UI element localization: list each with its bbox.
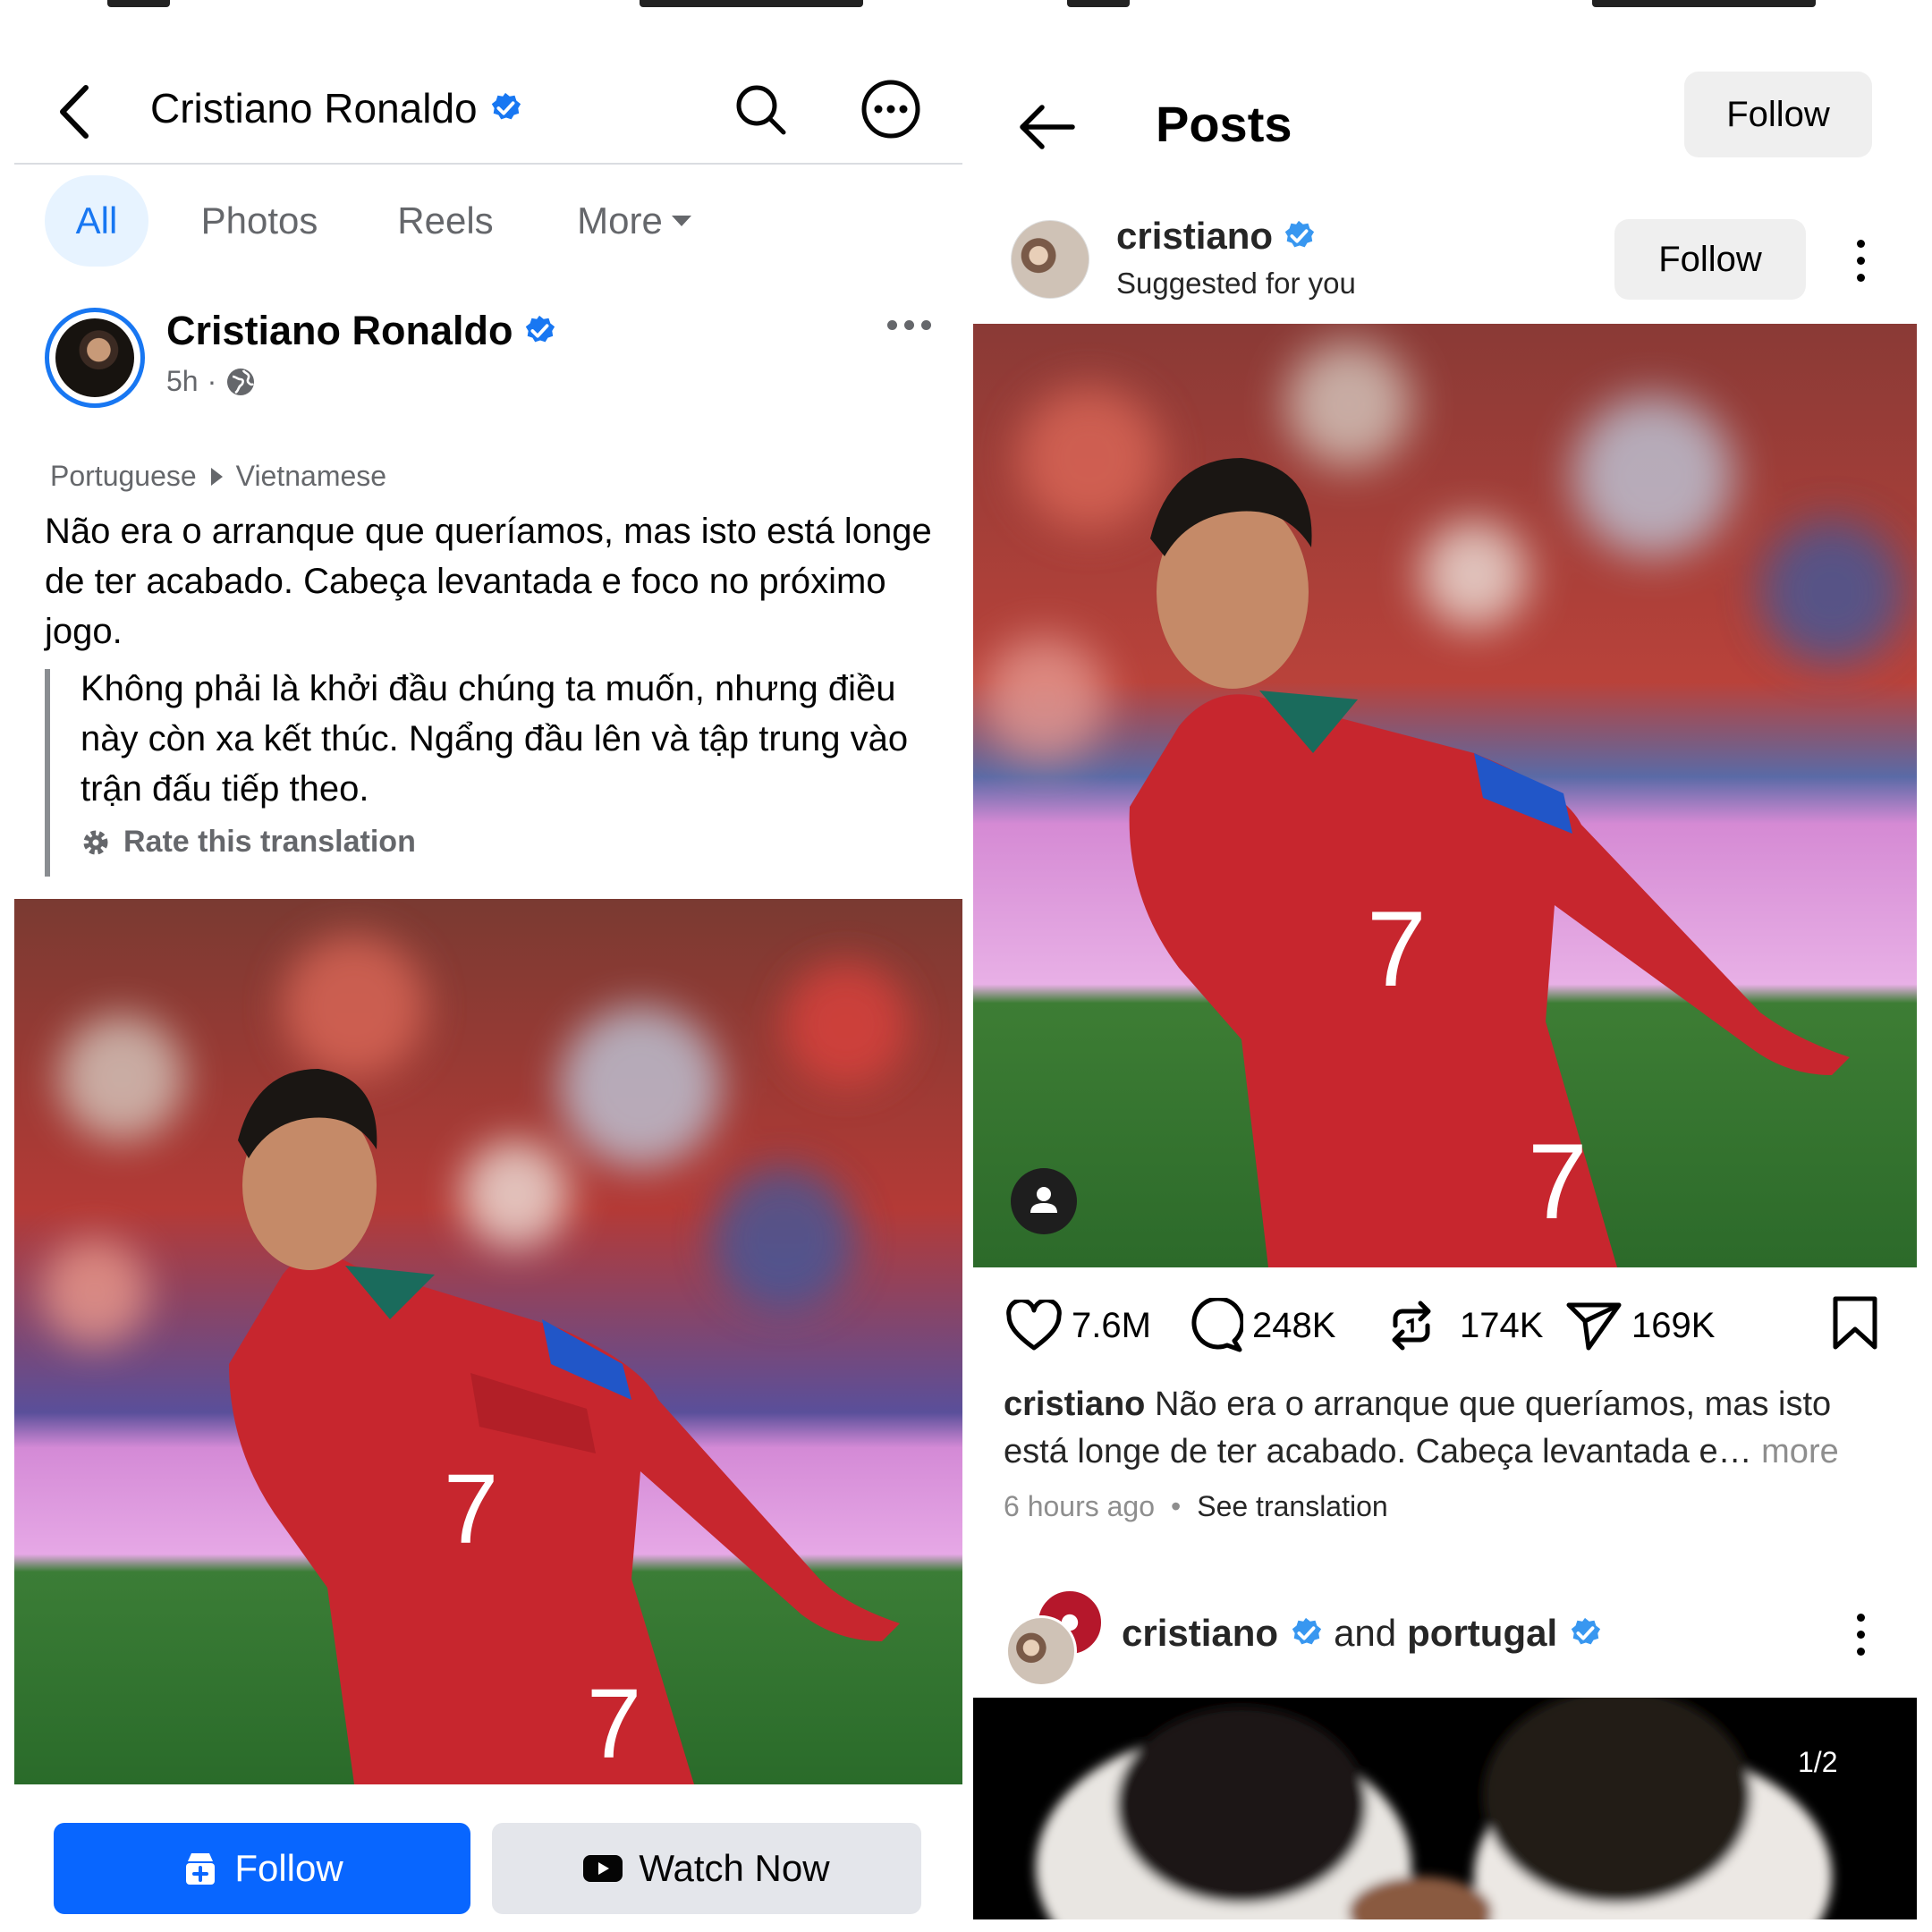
- comment-count: 248K: [1252, 1305, 1336, 1345]
- back-arrow-icon[interactable]: [1015, 100, 1078, 154]
- source-language: Portuguese: [50, 460, 197, 492]
- post-username[interactable]: cristiano: [1116, 215, 1316, 258]
- collab-usernames: cristiano and portugal: [1122, 1612, 1602, 1655]
- page-title: Posts: [1156, 96, 1292, 152]
- follow-label: Follow: [1658, 239, 1762, 279]
- globe-icon: [227, 368, 255, 395]
- translated-text: Không phải là khởi đầu chúng ta muốn, nh…: [80, 669, 909, 809]
- avatar[interactable]: [1005, 1615, 1077, 1687]
- verified-badge-icon: [525, 315, 555, 343]
- repost-icon: [1392, 1301, 1431, 1351]
- kebab-icon[interactable]: [1855, 240, 1866, 282]
- verified-badge-icon: [1292, 1617, 1322, 1645]
- follow-label: Follow: [1726, 94, 1830, 134]
- tab-label: Photos: [200, 199, 318, 242]
- watch-now-label: Watch Now: [639, 1847, 830, 1889]
- page-title-text: Cristiano Ronaldo: [150, 85, 478, 131]
- post-options-icon[interactable]: [887, 320, 937, 335]
- gear-icon: [83, 830, 108, 854]
- back-icon[interactable]: [52, 82, 97, 141]
- username-text: cristiano: [1116, 215, 1274, 257]
- rate-translation-label: Rate this translation: [123, 825, 416, 859]
- post-time[interactable]: 5h: [166, 365, 199, 398]
- svg-text:7: 7: [444, 1454, 498, 1564]
- caret-right-icon: [210, 467, 223, 486]
- svg-text:7: 7: [1367, 889, 1427, 1009]
- avatar[interactable]: [1011, 220, 1089, 299]
- tab-label: More: [577, 199, 663, 242]
- carousel-counter: 1/2: [1798, 1746, 1838, 1778]
- avatar: [55, 318, 134, 397]
- tab-label: Reels: [397, 199, 494, 242]
- caption-more-link[interactable]: more: [1761, 1433, 1839, 1470]
- verified-badge-icon: [491, 92, 521, 120]
- tab-reels[interactable]: Reels: [383, 175, 508, 267]
- more-options-icon[interactable]: [860, 79, 921, 140]
- page-title: Cristiano Ronaldo: [150, 84, 522, 132]
- person-tag-icon[interactable]: [1011, 1168, 1077, 1234]
- caret-down-icon: [671, 216, 691, 226]
- username-text[interactable]: portugal: [1407, 1612, 1557, 1655]
- tab-more[interactable]: More: [564, 175, 707, 267]
- repost-count: 174K: [1460, 1305, 1544, 1345]
- tab-photos[interactable]: Photos: [183, 175, 335, 267]
- share-count: 169K: [1631, 1305, 1716, 1345]
- post-meta: 5h ·: [166, 365, 256, 398]
- target-language: Vietnamese: [235, 460, 387, 492]
- post-time-row: 6 hours ago • See translation: [1004, 1490, 1388, 1523]
- share-stat[interactable]: 169K: [1565, 1290, 1715, 1361]
- post-author[interactable]: Cristiano Ronaldo: [166, 308, 556, 354]
- post-photo[interactable]: 7 7: [14, 899, 962, 1784]
- follow-button-label: Follow: [234, 1847, 343, 1889]
- post-text: Não era o arranque que queríamos, mas is…: [45, 512, 932, 651]
- repost-stat[interactable]: 174K: [1385, 1290, 1543, 1361]
- follow-page-icon: [186, 1853, 216, 1885]
- like-stat[interactable]: 7.6M: [1005, 1290, 1151, 1361]
- video-play-icon: [583, 1855, 623, 1882]
- caption-username[interactable]: cristiano: [1004, 1385, 1145, 1423]
- header-divider: [14, 163, 962, 165]
- verified-badge-icon: [1571, 1617, 1601, 1645]
- status-bar-fragment: [1592, 0, 1816, 20]
- meta-separator: ·: [207, 365, 217, 397]
- rate-translation-link[interactable]: Rate this translation: [80, 825, 416, 860]
- send-icon: [1566, 1302, 1622, 1351]
- post-caption: cristiano Não era o arranque que queríam…: [1004, 1381, 1889, 1476]
- kebab-icon[interactable]: [1855, 1614, 1866, 1656]
- post-author-name: Cristiano Ronaldo: [166, 308, 513, 353]
- status-bar-fragment: [1067, 0, 1130, 20]
- svg-text:7: 7: [1528, 1122, 1588, 1241]
- bookmark-icon[interactable]: [1832, 1295, 1878, 1351]
- author-avatar-ring[interactable]: [45, 308, 145, 408]
- time-separator: •: [1171, 1490, 1182, 1522]
- watch-now-button[interactable]: Watch Now: [492, 1823, 921, 1914]
- post-follow-button[interactable]: Follow: [1614, 219, 1806, 300]
- username-text[interactable]: cristiano: [1122, 1612, 1278, 1655]
- header-follow-button[interactable]: Follow: [1684, 72, 1872, 157]
- collab-connector: and: [1334, 1612, 1397, 1654]
- svg-text:7: 7: [587, 1669, 641, 1779]
- tab-label: All: [75, 199, 118, 242]
- facebook-panel: Cristiano Ronaldo All Photos Reels More …: [0, 0, 970, 1932]
- comment-stat[interactable]: 248K: [1188, 1290, 1335, 1361]
- comment-icon: [1191, 1298, 1243, 1352]
- translation-language-row[interactable]: Portuguese Vietnamese: [50, 460, 386, 493]
- see-translation-link[interactable]: See translation: [1197, 1490, 1387, 1523]
- like-count: 7.6M: [1072, 1305, 1151, 1345]
- post-time: 6 hours ago: [1004, 1490, 1156, 1522]
- status-bar-fragment: [640, 0, 863, 20]
- status-bar-fragment: [107, 0, 170, 20]
- verified-badge-icon: [1284, 220, 1315, 248]
- translation-quote-bar: [45, 669, 50, 877]
- search-icon[interactable]: [733, 82, 789, 138]
- tab-all[interactable]: All: [45, 175, 148, 267]
- post-photo[interactable]: [973, 1698, 1917, 1919]
- heart-icon: [1006, 1300, 1062, 1351]
- post-photo[interactable]: 7 7: [973, 324, 1917, 1267]
- suggested-label: Suggested for you: [1116, 267, 1356, 300]
- follow-button[interactable]: Follow: [54, 1823, 470, 1914]
